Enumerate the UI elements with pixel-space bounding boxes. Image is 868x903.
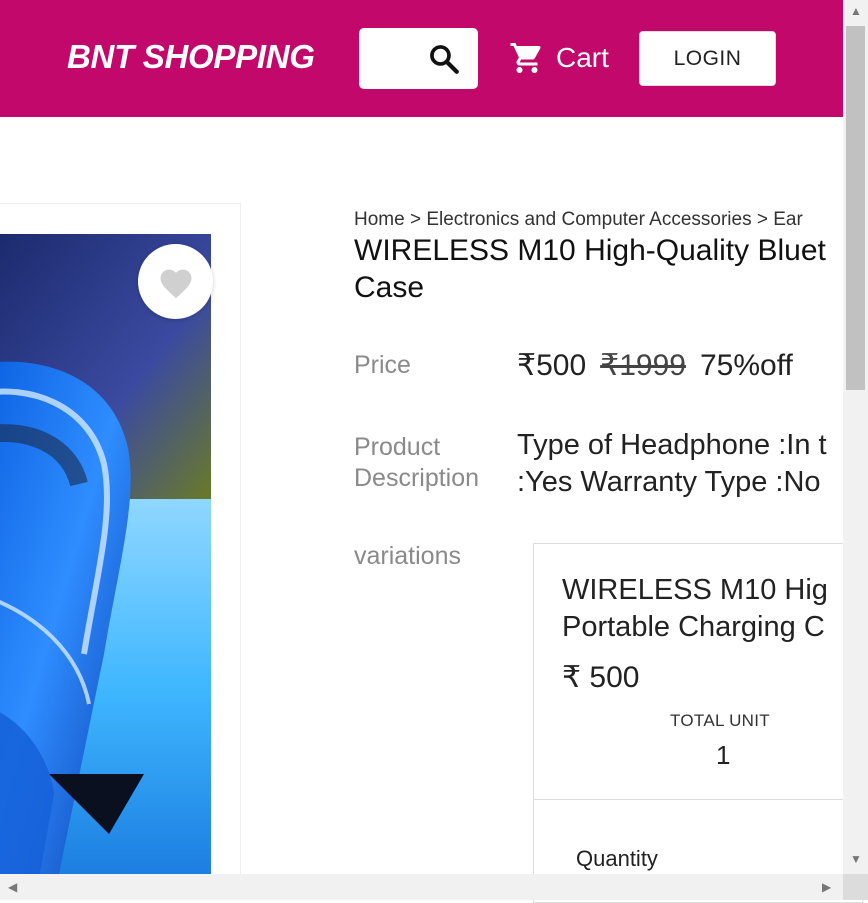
- horizontal-scrollbar[interactable]: ◀ ▶: [0, 874, 868, 900]
- variation-name-line1: WIRELESS M10 Hig: [562, 574, 828, 606]
- breadcrumb[interactable]: Home > Electronics and Computer Accessor…: [354, 209, 803, 231]
- variation-card[interactable]: WIRELESS M10 Hig Portable Charging C ₹ 5…: [533, 543, 863, 903]
- scroll-left-arrow-icon[interactable]: ◀: [8, 880, 17, 894]
- product-title-line1: WIRELESS M10 High-Quality Bluet: [354, 234, 826, 267]
- description-label: Product Description: [354, 432, 479, 494]
- scroll-down-arrow-icon[interactable]: ▼: [850, 852, 862, 866]
- product-title-line2: Case: [354, 271, 425, 304]
- product-image-card: [0, 203, 241, 893]
- cart-link[interactable]: Cart: [508, 40, 609, 76]
- description-label-line1: Product: [354, 433, 441, 461]
- search-button[interactable]: [359, 28, 478, 89]
- scrollbar-corner: [843, 874, 868, 900]
- price-label: Price: [354, 351, 411, 379]
- variation-divider: [534, 799, 862, 800]
- original-price: ₹1999: [600, 349, 686, 382]
- total-unit-label: TOTAL UNIT: [670, 711, 770, 730]
- variations-label: variations: [354, 542, 461, 570]
- product-description: Type of Headphone :In t :Yes Warranty Ty…: [517, 427, 868, 501]
- variation-name-line2: Portable Charging C: [562, 611, 825, 643]
- current-price: ₹500: [517, 349, 587, 382]
- variation-price: ₹ 500: [562, 661, 640, 694]
- description-label-line2: Description: [354, 464, 480, 492]
- scroll-right-arrow-icon[interactable]: ▶: [822, 880, 831, 894]
- discount-badge: 75%off: [699, 349, 793, 382]
- product-image[interactable]: [0, 234, 211, 879]
- earbuds-photo: [0, 234, 211, 879]
- cart-icon: [510, 43, 541, 73]
- scroll-up-arrow-icon[interactable]: ▲: [850, 4, 862, 18]
- top-header: BNT SHOPPING Cart LOGIN: [0, 0, 843, 117]
- favorite-button[interactable]: [138, 244, 213, 319]
- price-row: ₹500 ₹1999 75%off: [517, 348, 793, 383]
- product-title: WIRELESS M10 High-Quality Bluet Case: [354, 232, 854, 306]
- vertical-scrollbar[interactable]: ▲ ▼: [843, 0, 868, 874]
- description-line1: Type of Headphone :In t: [517, 429, 827, 461]
- vertical-scrollbar-thumb[interactable]: [846, 26, 865, 390]
- login-button[interactable]: LOGIN: [639, 31, 776, 86]
- quantity-label: Quantity: [576, 846, 658, 871]
- total-unit-value: 1: [716, 740, 731, 770]
- heart-icon: [160, 269, 191, 298]
- brand-logo[interactable]: BNT SHOPPING: [67, 38, 315, 76]
- search-icon: [430, 45, 459, 74]
- description-line2: :Yes Warranty Type :No: [517, 466, 821, 498]
- cart-label: Cart: [556, 42, 609, 73]
- variation-name: WIRELESS M10 Hig Portable Charging C: [562, 572, 828, 646]
